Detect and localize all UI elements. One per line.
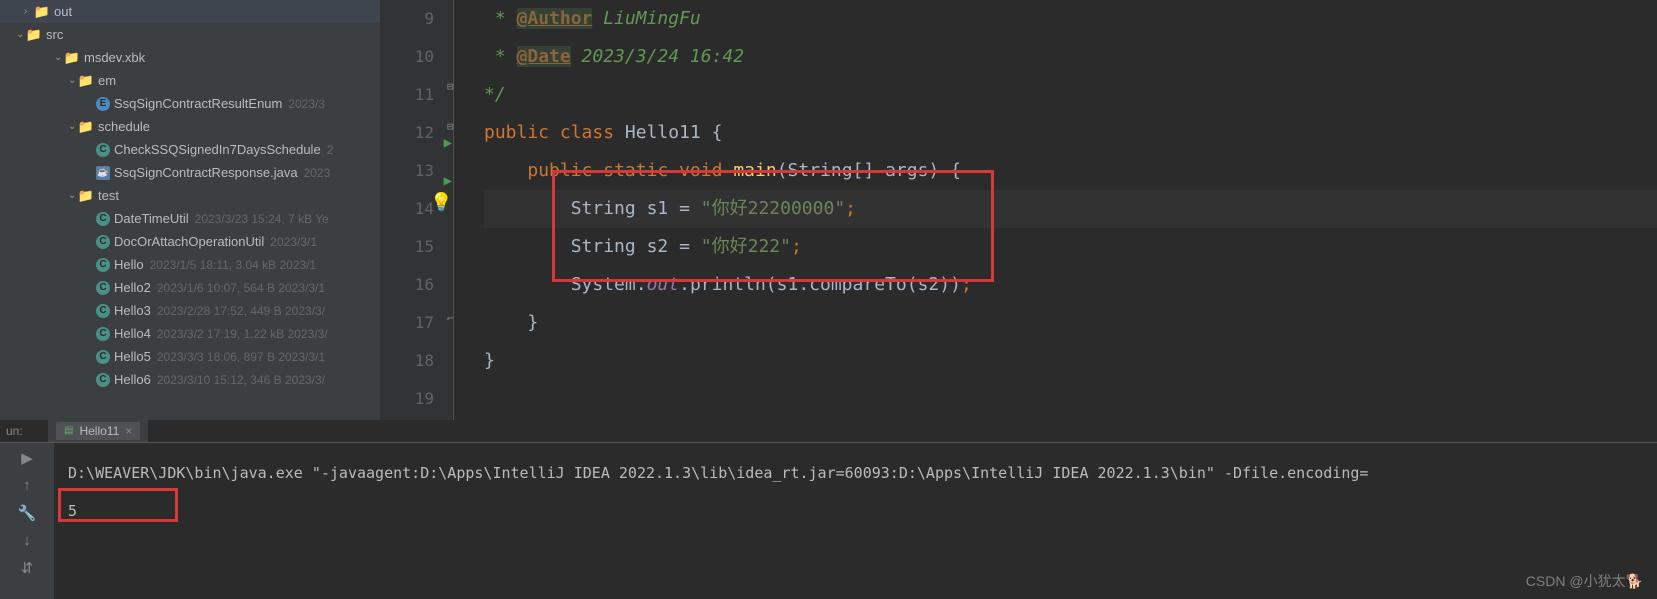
line-number[interactable]: 17 — [380, 304, 434, 342]
line-number[interactable]: 18 — [380, 342, 434, 380]
line-number[interactable]: 10 — [380, 38, 434, 76]
tree-item-schedule[interactable]: ⌄📁schedule — [0, 115, 380, 138]
class-icon: C — [96, 212, 110, 226]
class-icon: C — [96, 281, 110, 295]
settings-icon[interactable]: 🔧 — [18, 504, 37, 522]
run-tab-hello11[interactable]: ▤ Hello11 × — [56, 422, 140, 440]
line-number[interactable]: 19 — [380, 380, 434, 418]
code-editor[interactable]: 9 10 11 12▶ 13▶ 14 15 16 17 18 19 ⊟ ⊟ ⌐ … — [380, 0, 1657, 420]
tree-item-hello4[interactable]: CHello42023/3/2 17:19, 1.22 kB 2023/3/ — [0, 322, 380, 345]
watermark: CSDN @小犹太🐕 — [1526, 571, 1643, 591]
run-tabs: ▤ Hello11 × — [48, 420, 148, 442]
tree-item-test[interactable]: ⌄📁test — [0, 184, 380, 207]
fold-marker[interactable]: ⊟ — [447, 68, 454, 106]
class-icon: C — [96, 373, 110, 387]
class-icon: C — [96, 235, 110, 249]
class-icon: C — [96, 327, 110, 341]
class-icon: C — [96, 258, 110, 272]
tree-item-hello5[interactable]: CHello52023/3/3 18:06, 897 B 2023/3/1 — [0, 345, 380, 368]
down-icon[interactable]: ↓ — [23, 532, 31, 549]
line-number[interactable]: 16 — [380, 266, 434, 304]
tree-item-response[interactable]: ☕SsqSignContractResponse.java2023 — [0, 161, 380, 184]
class-icon: C — [96, 350, 110, 364]
project-sidebar[interactable]: ›📁out ⌄📁src ⌄📁msdev.xbk ⌄📁em ESsqSignCon… — [0, 0, 380, 420]
line-number[interactable]: 12▶ — [380, 114, 434, 152]
folder-icon: 📁 — [78, 119, 94, 135]
main-area: ›📁out ⌄📁src ⌄📁msdev.xbk ⌄📁em ESsqSignCon… — [0, 0, 1657, 420]
folder-icon: 📁 — [26, 27, 42, 43]
enum-icon: E — [96, 97, 110, 111]
tree-item-em[interactable]: ⌄📁em — [0, 69, 380, 92]
fold-marker[interactable]: ⌐ — [447, 300, 454, 338]
fold-marker[interactable]: ⊟ — [447, 108, 454, 146]
console-output[interactable]: D:\WEAVER\JDK\bin\java.exe "-javaagent:D… — [54, 443, 1657, 599]
line-number[interactable]: 9 — [380, 0, 434, 38]
tree-item-enum[interactable]: ESsqSignContractResultEnum2023/3 — [0, 92, 380, 115]
rerun-icon[interactable]: ▶ — [21, 449, 33, 467]
line-number[interactable]: 13▶ — [380, 152, 434, 190]
class-icon: C — [96, 304, 110, 318]
run-panel: ▶ ↑ 🔧 ↓ ⇵ D:\WEAVER\JDK\bin\java.exe "-j… — [0, 442, 1657, 599]
stop-icon[interactable]: ↑ — [23, 477, 31, 494]
code-content[interactable]: ⊟ ⊟ ⌐ 💡 * @Author LiuMingFu * @Date 2023… — [452, 0, 1657, 420]
tree-item-checkssq[interactable]: CCheckSSQSignedIn7DaysSchedule2 — [0, 138, 380, 161]
console-command: D:\WEAVER\JDK\bin\java.exe "-javaagent:D… — [68, 461, 1643, 485]
java-icon: ☕ — [96, 166, 110, 180]
run-panel-label: un: — [0, 424, 23, 438]
console-result: 5 — [68, 499, 1643, 523]
tree-item-hello2[interactable]: CHello22023/1/6 10:07, 564 B 2023/3/1 — [0, 276, 380, 299]
run-config-icon: ▤ — [64, 425, 73, 436]
folder-icon: 📁 — [78, 73, 94, 89]
tree-item-hello[interactable]: CHello2023/1/5 18:11, 3.04 kB 2023/1 — [0, 253, 380, 276]
fold-line — [453, 0, 454, 420]
line-number[interactable]: 15 — [380, 228, 434, 266]
tree-item-hello6[interactable]: CHello62023/3/10 15:12, 346 B 2023/3/ — [0, 368, 380, 391]
folder-icon: 📁 — [34, 4, 50, 20]
tree-item-out[interactable]: ›📁out — [0, 0, 380, 23]
layout-icon[interactable]: ⇵ — [21, 559, 34, 577]
tree-item-msdev[interactable]: ⌄📁msdev.xbk — [0, 46, 380, 69]
folder-icon: 📁 — [78, 188, 94, 204]
line-number[interactable]: 14 — [380, 190, 434, 228]
line-number[interactable]: 11 — [380, 76, 434, 114]
tree-item-docattach[interactable]: CDocOrAttachOperationUtil2023/3/1 — [0, 230, 380, 253]
tree-item-hello3[interactable]: CHello32023/2/28 17:52, 449 B 2023/3/ — [0, 299, 380, 322]
intention-bulb-icon[interactable]: 💡 — [430, 184, 452, 222]
close-tab-icon[interactable]: × — [125, 424, 132, 438]
folder-icon: 📁 — [64, 50, 80, 66]
run-toolbar: ▶ ↑ 🔧 ↓ ⇵ — [0, 443, 54, 599]
class-icon: C — [96, 143, 110, 157]
tree-item-datetime[interactable]: CDateTimeUtil2023/3/23 15:24, 7 kB Ye — [0, 207, 380, 230]
tree-item-src[interactable]: ⌄📁src — [0, 23, 380, 46]
